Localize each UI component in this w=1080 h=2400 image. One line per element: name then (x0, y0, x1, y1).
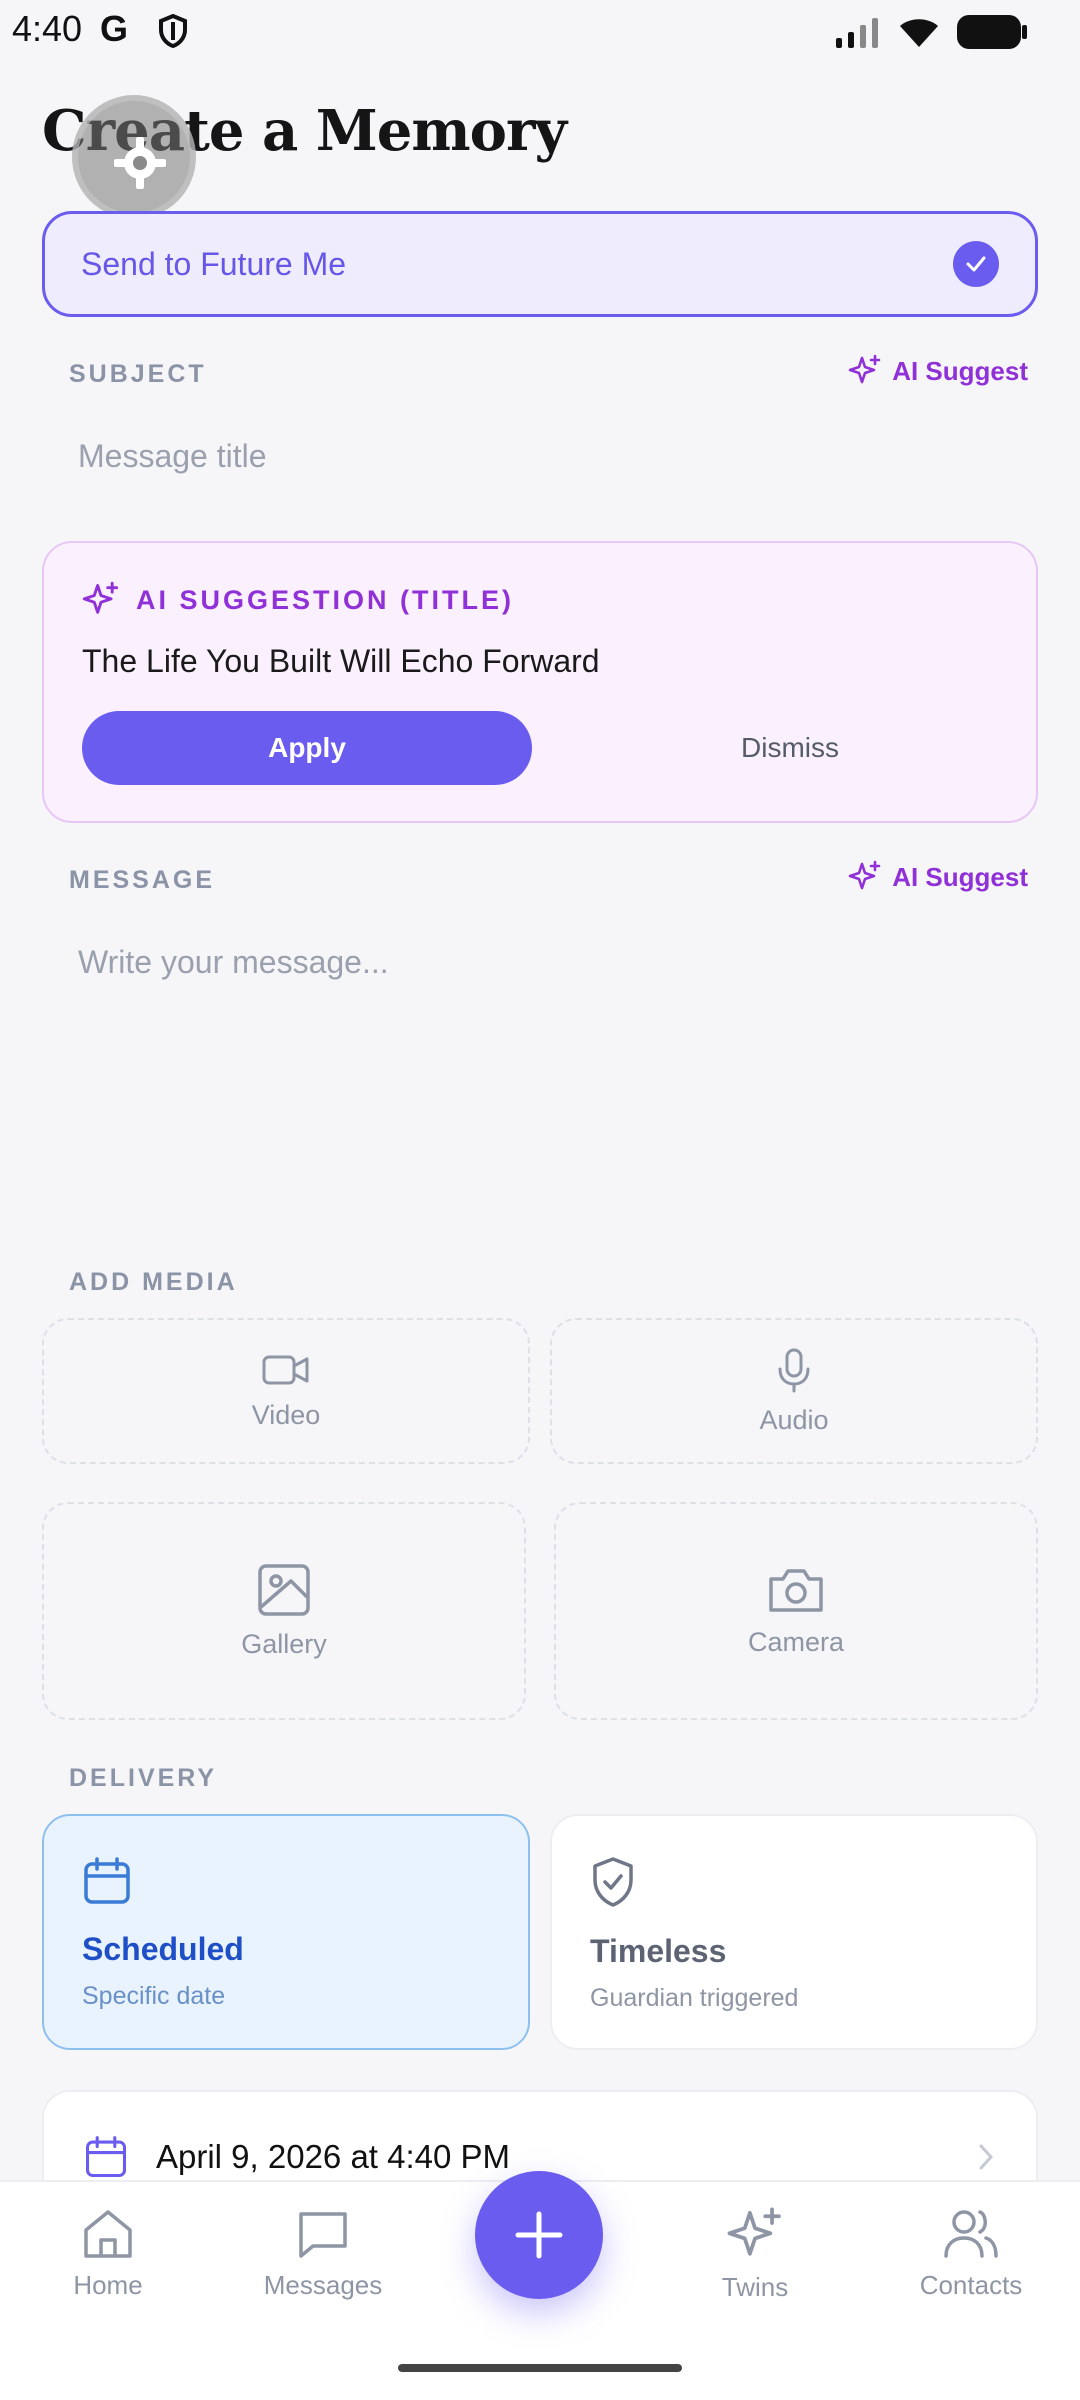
delivery-label: DELIVERY (69, 1764, 218, 1792)
audio-button[interactable]: Audio (550, 1318, 1038, 1464)
timeless-option[interactable]: Timeless Guardian triggered (550, 1814, 1038, 2050)
recipient-selector[interactable]: Send to Future Me (42, 211, 1038, 317)
check-icon (953, 241, 999, 287)
status-icons (834, 14, 1028, 50)
chevron-right-icon (979, 2144, 994, 2170)
scheduled-subtitle: Specific date (82, 1982, 226, 2010)
status-time: 4:40 (12, 8, 83, 49)
scheduled-title: Scheduled (82, 1931, 244, 1967)
sparkles-icon (848, 860, 881, 890)
audio-label: Audio (759, 1404, 829, 1435)
ai-suggest-label: AI Suggest (892, 861, 1028, 892)
timeless-title: Timeless (590, 1933, 727, 1969)
calendar-icon (84, 1857, 130, 1904)
message-textarea[interactable]: Write your message... (78, 944, 389, 981)
gallery-label: Gallery (241, 1628, 327, 1659)
video-button[interactable]: Video (42, 1318, 530, 1464)
gallery-button[interactable]: Gallery (42, 1502, 526, 1720)
subject-input[interactable]: Message title (78, 438, 267, 475)
plus-icon (515, 2211, 563, 2259)
calendar-icon (85, 2136, 127, 2178)
camera-icon (769, 1568, 823, 1612)
dismiss-button[interactable]: Dismiss (580, 711, 1000, 785)
message-ai-suggest-button[interactable]: AI Suggest (848, 860, 1028, 894)
mic-icon (778, 1348, 810, 1392)
ai-suggest-label: AI Suggest (892, 355, 1028, 386)
video-label: Video (251, 1399, 321, 1430)
camera-button[interactable]: Camera (554, 1502, 1038, 1720)
signal-icon (836, 18, 878, 48)
suggestion-heading: AI SUGGESTION (TITLE) (82, 581, 514, 619)
shield-status-icon (159, 14, 187, 48)
nav-twins[interactable]: Twins (665, 2206, 845, 2303)
nav-messages-label: Messages (263, 2270, 383, 2300)
apply-button[interactable]: Apply (82, 711, 532, 785)
scheduled-option[interactable]: Scheduled Specific date (42, 1814, 530, 2050)
subject-label: SUBJECT (69, 360, 207, 388)
suggestion-text: The Life You Built Will Echo Forward (82, 643, 600, 679)
wifi-icon (900, 19, 938, 47)
message-label: MESSAGE (69, 866, 216, 894)
sparkles-icon (82, 581, 119, 614)
suggestion-heading-text: AI SUGGESTION (TITLE) (136, 584, 514, 615)
create-fab-button[interactable] (475, 2171, 603, 2299)
delivery-date: April 9, 2026 at 4:40 PM (156, 2138, 511, 2175)
sparkles-icon (727, 2207, 781, 2256)
message-icon (299, 2212, 347, 2258)
home-indicator[interactable] (398, 2364, 682, 2372)
nav-contacts[interactable]: Contacts (881, 2206, 1061, 2301)
home-icon (84, 2210, 132, 2258)
ai-suggestion-card: AI SUGGESTION (TITLE) The Life You Built… (42, 541, 1038, 823)
sparkles-icon (848, 354, 881, 384)
subject-ai-suggest-button[interactable]: AI Suggest (848, 354, 1028, 388)
recipient-label: Send to Future Me (81, 245, 347, 282)
camera-label: Camera (747, 1626, 845, 1657)
nav-home-label: Home (73, 2270, 143, 2300)
google-icon: G (100, 8, 129, 49)
gear-glyph (114, 137, 166, 189)
status-bar: 4:40 G (0, 0, 1080, 62)
users-icon (944, 2210, 998, 2258)
shield-check-icon (593, 1857, 633, 1907)
gear-icon[interactable] (72, 95, 196, 219)
add-media-label: ADD MEDIA (69, 1268, 238, 1296)
nav-twins-label: Twins (721, 2272, 789, 2302)
nav-home[interactable]: Home (18, 2206, 198, 2301)
battery-icon (957, 15, 1027, 49)
timeless-subtitle: Guardian triggered (590, 1984, 799, 2012)
nav-contacts-label: Contacts (919, 2270, 1023, 2300)
image-icon (258, 1563, 310, 1616)
nav-messages[interactable]: Messages (233, 2206, 413, 2301)
video-icon (262, 1355, 309, 1384)
